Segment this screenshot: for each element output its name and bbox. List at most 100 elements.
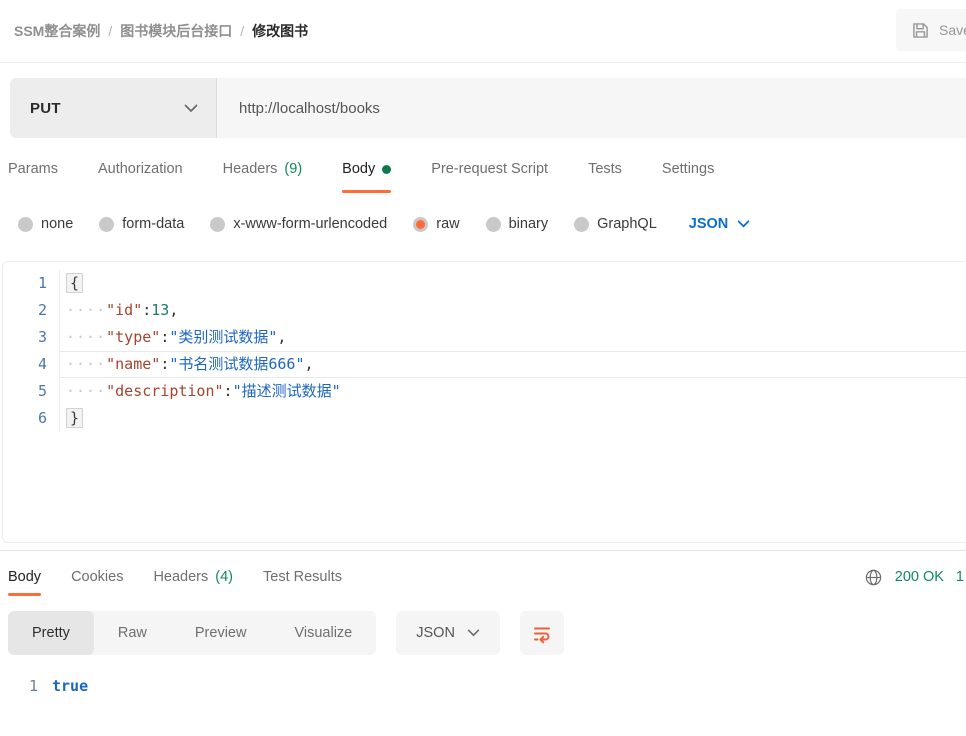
- method-label: PUT: [30, 100, 61, 117]
- response-meta: 200 OK 1: [864, 568, 966, 587]
- body-type-label: form-data: [122, 216, 184, 232]
- token-num: 13: [151, 301, 169, 319]
- line-number: 6: [3, 405, 60, 432]
- token-punct: ,: [305, 355, 314, 373]
- response-line: 1true: [0, 673, 966, 699]
- body-type-form-data[interactable]: form-data: [99, 216, 184, 232]
- request-tabs: Params Authorization Headers(9) Body Pre-req…: [0, 138, 966, 200]
- line-number: 3: [3, 324, 60, 351]
- tab-label: Body: [8, 569, 41, 585]
- editor-line: 6}: [3, 405, 966, 432]
- token-str: "书名测试数据666": [169, 355, 304, 373]
- body-type-x-www-form-urlencoded[interactable]: x-www-form-urlencoded: [210, 216, 387, 232]
- view-preview[interactable]: Preview: [171, 611, 271, 655]
- breadcrumb-item[interactable]: SSM整合案例: [14, 21, 100, 41]
- radio-icon: [210, 217, 225, 232]
- token-key: "name": [106, 355, 160, 373]
- raw-language-label: JSON: [689, 216, 729, 232]
- response-tab-cookies[interactable]: Cookies: [71, 551, 123, 603]
- line-number: 1: [3, 270, 60, 297]
- tab-label: Body: [342, 161, 375, 177]
- tab-authorization[interactable]: Authorization: [98, 138, 183, 200]
- tab-label: Params: [8, 161, 58, 177]
- body-type-label: raw: [436, 216, 459, 232]
- view-pretty[interactable]: Pretty: [8, 611, 94, 655]
- token-punct: ,: [169, 301, 178, 319]
- body-type-binary[interactable]: binary: [486, 216, 549, 232]
- token-ws: ····: [66, 328, 106, 346]
- line-code: ····"description":"描述测试数据": [60, 378, 966, 405]
- token-punct: :: [142, 301, 151, 319]
- tab-pre-request-script[interactable]: Pre-request Script: [431, 138, 548, 200]
- save-button-label: Save: [939, 22, 966, 38]
- response-language-dropdown[interactable]: JSON: [396, 611, 500, 655]
- tab-body[interactable]: Body: [342, 138, 391, 200]
- wrap-line-button[interactable]: [520, 611, 564, 655]
- editor-line: 2 ····"id":13,: [3, 297, 966, 324]
- response-status: 200 OK: [895, 569, 944, 585]
- line-code: }: [60, 405, 966, 432]
- token-brace: }: [66, 408, 83, 428]
- raw-language-dropdown[interactable]: JSON: [689, 216, 751, 232]
- token-punct: :: [160, 328, 169, 346]
- response-toolbar: PrettyRawPreviewVisualize JSON: [0, 611, 966, 655]
- chevron-down-icon: [737, 220, 750, 228]
- view-raw[interactable]: Raw: [94, 611, 171, 655]
- globe-icon[interactable]: [864, 568, 883, 587]
- radio-icon: [413, 217, 428, 232]
- response-tab-body[interactable]: Body: [8, 551, 41, 603]
- body-type-label: none: [41, 216, 73, 232]
- response-tabs: Body Cookies Headers(4) Test Results 200 OK 1: [0, 551, 966, 603]
- token-punct: ,: [277, 328, 286, 346]
- line-code: {: [60, 270, 966, 297]
- token-key: "type": [106, 328, 160, 346]
- token-key: "id": [106, 301, 142, 319]
- breadcrumb-current: 修改图书: [252, 21, 308, 41]
- line-number: 4: [3, 351, 60, 378]
- radio-icon: [574, 217, 589, 232]
- breadcrumb-item[interactable]: 图书模块后台接口: [120, 21, 232, 41]
- editor-line: 1{: [3, 270, 966, 297]
- url-input[interactable]: http://localhost/books: [217, 78, 966, 138]
- tab-tests[interactable]: Tests: [588, 138, 622, 200]
- token-ws: ····: [66, 301, 106, 319]
- request-header: SSM整合案例/图书模块后台接口/修改图书 Save: [0, 0, 966, 63]
- save-button[interactable]: Save: [896, 9, 966, 51]
- body-type-none[interactable]: none: [18, 216, 73, 232]
- body-indicator-dot: [382, 165, 391, 174]
- body-type-GraphQL[interactable]: GraphQL: [574, 216, 657, 232]
- body-type-raw[interactable]: raw: [413, 216, 459, 232]
- radio-icon: [18, 217, 33, 232]
- view-visualize[interactable]: Visualize: [270, 611, 376, 655]
- token-str: "类别测试数据": [169, 328, 277, 346]
- tab-label: Test Results: [263, 569, 342, 585]
- editor-line: 4····"name":"书名测试数据666",: [3, 351, 966, 378]
- breadcrumb: SSM整合案例/图书模块后台接口/修改图书: [14, 21, 308, 41]
- token-ws: ····: [66, 355, 106, 373]
- line-number: 2: [3, 297, 60, 324]
- tab-headers[interactable]: Headers(9): [223, 138, 303, 200]
- request-body-editor[interactable]: 1{2····"id":13,3····"type":"类别测试数据",4···…: [2, 261, 966, 543]
- tab-settings[interactable]: Settings: [662, 138, 714, 200]
- tab-params[interactable]: Params: [8, 138, 58, 200]
- editor-line: 3 ····"type":"类别测试数据",: [3, 324, 966, 351]
- tab-label: Settings: [662, 161, 714, 177]
- response-value: true: [52, 673, 88, 699]
- response-language-label: JSON: [416, 625, 455, 641]
- tab-label: Pre-request Script: [431, 161, 548, 177]
- save-icon: [910, 20, 931, 41]
- token-brace: {: [66, 273, 83, 293]
- tab-count-badge: (9): [284, 161, 302, 177]
- line-number: 1: [0, 673, 52, 699]
- token-punct: :: [224, 382, 233, 400]
- response-tab-test-results[interactable]: Test Results: [263, 551, 342, 603]
- token-ws: ····: [66, 382, 106, 400]
- body-type-label: GraphQL: [597, 216, 657, 232]
- response-tab-headers[interactable]: Headers(4): [153, 551, 233, 603]
- chevron-down-icon: [184, 104, 198, 113]
- radio-icon: [486, 217, 501, 232]
- response-view-switch: PrettyRawPreviewVisualize: [8, 611, 376, 655]
- method-selector[interactable]: PUT: [10, 78, 217, 138]
- response-time: 1: [956, 569, 964, 585]
- tab-label: Cookies: [71, 569, 123, 585]
